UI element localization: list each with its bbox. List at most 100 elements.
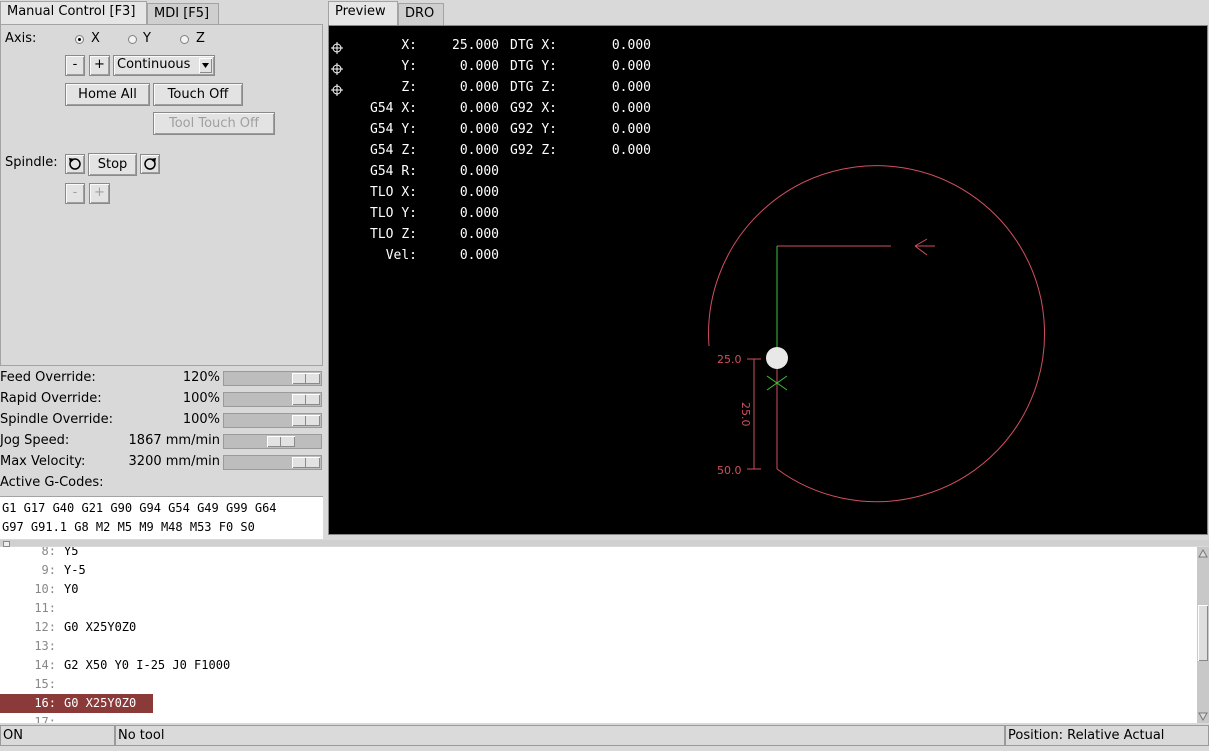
pane-divider[interactable] — [0, 540, 1209, 547]
gcode-viewer[interactable]: 8: Y5 9: Y-5 10: Y0 11: 12: G0 X25Y0Z0 13: 14: G2 X… — [0, 547, 1197, 723]
spindle-label: Spindle: — [5, 155, 58, 170]
dro-left-value: 0.000 — [459, 59, 499, 74]
line-number: 11: — [34, 601, 56, 615]
rapid-override-thumb[interactable] — [292, 394, 320, 405]
feed-override-label: Feed Override: — [0, 370, 96, 385]
max-velocity-number: 3200 — [128, 454, 162, 469]
jog-mode-value: Continuous — [117, 57, 191, 72]
gcode-line[interactable]: 8: Y5 — [0, 547, 1197, 561]
dro-right-row: G92 Z: 0.000 — [499, 143, 651, 158]
dro-left-row: Vel: 0.000 — [329, 248, 499, 263]
line-number: 9: — [41, 563, 56, 577]
axis-x-radio[interactable] — [75, 35, 84, 44]
dro-right-row: DTG Z: 0.000 — [499, 80, 651, 95]
gcode-line[interactable]: 15: — [0, 675, 1197, 694]
tab-mdi[interactable]: MDI [F5] — [147, 3, 219, 25]
spindle-stop-button[interactable]: Stop — [88, 153, 137, 176]
dimension-vertical-label: 25.0 — [739, 402, 752, 427]
spindle-reverse-button[interactable] — [65, 154, 85, 174]
spindle-override-thumb[interactable] — [292, 415, 320, 426]
dro-left-row: TLO Z: 0.000 — [329, 227, 499, 242]
feed-override-number: 120 — [182, 370, 208, 385]
axis-label: Axis: — [5, 31, 37, 46]
jog-speed-value: 1867 mm/min — [110, 433, 220, 448]
dro-right-label: G92 X: — [510, 101, 557, 116]
line-number: 8: — [41, 547, 56, 558]
touch-off-button[interactable]: Touch Off — [153, 83, 243, 106]
max-velocity-slider[interactable] — [223, 455, 322, 470]
gcode-line[interactable]: 13: — [0, 637, 1197, 656]
dro-left-label: Vel: — [385, 248, 417, 263]
dro-right-row: G92 Y: 0.000 — [499, 122, 651, 137]
dro-left-row: G54 Y: 0.000 — [329, 122, 499, 137]
gcode-scrollbar[interactable] — [1197, 547, 1209, 723]
spindle-override-slider[interactable] — [223, 413, 322, 428]
max-velocity-thumb[interactable] — [292, 457, 320, 468]
rapid-override-slider[interactable] — [223, 392, 322, 407]
jog-mode-select[interactable]: Continuous — [113, 55, 215, 76]
line-text: G0 X25Y0Z0 — [64, 620, 137, 634]
home-all-button[interactable]: Home All — [65, 83, 150, 106]
gcode-line[interactable]: 12: G0 X25Y0Z0 — [0, 618, 1197, 637]
dro-left-row: Y: 0.000 — [329, 59, 499, 74]
spindle-override-label: Spindle Override: — [0, 412, 113, 427]
line-text: Y-5 — [64, 563, 86, 577]
max-velocity-value: 3200 mm/min — [110, 454, 220, 469]
jog-plus-button[interactable]: + — [89, 55, 110, 76]
spindle-minus-button[interactable]: - — [65, 183, 85, 204]
axis-z-radio[interactable] — [180, 35, 189, 44]
gcode-line[interactable]: 10: Y0 — [0, 580, 1197, 599]
dro-left-row: TLO X: 0.000 — [329, 185, 499, 200]
dro-left-label: TLO Y: — [370, 206, 417, 221]
dro-left-row: Z: 0.000 — [329, 80, 499, 95]
dro-right-value: 0.000 — [611, 59, 651, 74]
axis-z-label: Z — [196, 31, 205, 46]
dro-left-row: G54 R: 0.000 — [329, 164, 499, 179]
axis-y-radio[interactable] — [128, 35, 137, 44]
rapid-override-number: 100 — [182, 391, 208, 406]
spindle-override-unit: % — [207, 412, 220, 427]
dro-left-label: G54 Y: — [370, 122, 417, 137]
jog-speed-slider[interactable] — [223, 434, 322, 449]
gcode-line[interactable]: 17: — [0, 713, 1197, 723]
jog-speed-thumb[interactable] — [267, 436, 295, 447]
gcode-line-current[interactable]: 16: G0 X25Y0Z0 — [0, 694, 1197, 713]
jog-minus-button[interactable]: - — [65, 55, 85, 76]
dro-right-row: G92 X: 0.000 — [499, 101, 651, 116]
dro-left-row: G54 Z: 0.000 — [329, 143, 499, 158]
dro-left-value: 0.000 — [459, 206, 499, 221]
jog-speed-unit: mm/min — [165, 433, 220, 448]
rapid-override-label: Rapid Override: — [0, 391, 102, 406]
gcode-line[interactable]: 9: Y-5 — [0, 561, 1197, 580]
chevron-down-icon — [199, 58, 212, 73]
gcode-line[interactable]: 14: G2 X50 Y0 I-25 J0 F1000 — [0, 656, 1197, 675]
spindle-plus-button[interactable]: + — [89, 183, 110, 204]
feed-override-value: 120% — [150, 370, 220, 385]
dro-right-value: 0.000 — [611, 122, 651, 137]
scroll-thumb[interactable] — [1198, 605, 1208, 661]
gcode-line[interactable]: 11: — [0, 599, 1197, 618]
tab-manual-control[interactable]: Manual Control [F3] — [0, 1, 147, 25]
scroll-up-icon[interactable] — [1198, 547, 1208, 558]
dro-left-value: 0.000 — [459, 143, 499, 158]
feed-override-thumb[interactable] — [292, 373, 320, 384]
feed-override-slider[interactable] — [223, 371, 322, 386]
scroll-down-icon[interactable] — [1198, 711, 1208, 722]
feed-override-unit: % — [207, 370, 220, 385]
position-mode: Position: Relative Actual — [1005, 725, 1209, 746]
dro-left-value: 0.000 — [459, 101, 499, 116]
tab-preview[interactable]: Preview — [328, 1, 398, 25]
rapid-override-value: 100% — [150, 391, 220, 406]
tab-dro[interactable]: DRO — [398, 3, 444, 25]
rapid-override-unit: % — [207, 391, 220, 406]
spindle-forward-button[interactable] — [140, 154, 160, 174]
dro-right-row: DTG X: 0.000 — [499, 38, 651, 53]
preview-canvas[interactable]: 25.0 50.0 25.0 X: 25.000 Y: 0.000 Z: 0.000 G54… — [328, 25, 1208, 535]
dro-left-label: TLO Z: — [370, 227, 417, 242]
line-text: G0 X25Y0Z0 — [64, 696, 137, 710]
dro-left-value: 0.000 — [459, 164, 499, 179]
tool-touch-off-button[interactable]: Tool Touch Off — [153, 112, 275, 135]
dro-left-value: 0.000 — [459, 227, 499, 242]
dro-right-label: DTG X: — [510, 38, 557, 53]
dro-left-row: TLO Y: 0.000 — [329, 206, 499, 221]
